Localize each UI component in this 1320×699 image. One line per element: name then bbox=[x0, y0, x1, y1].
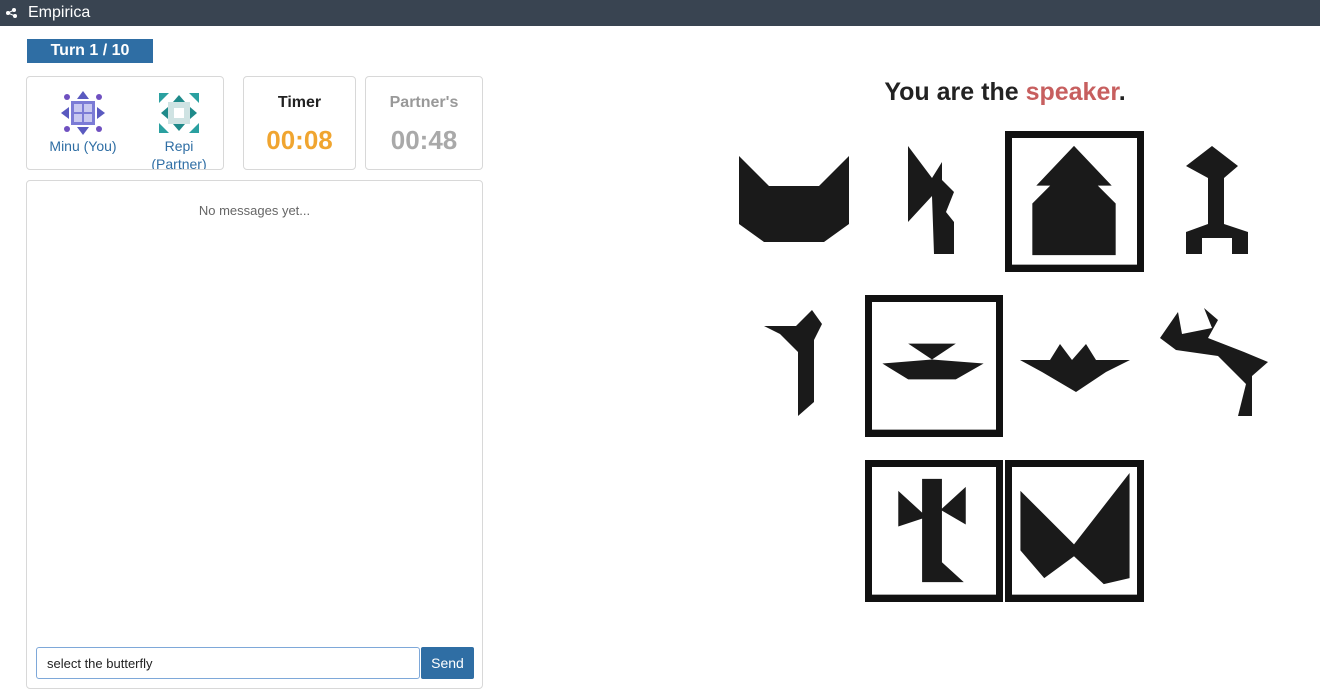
bowtie-bar-icon bbox=[872, 343, 996, 430]
partner-timer-label: Partner's bbox=[389, 94, 459, 111]
empirica-logo-icon bbox=[6, 8, 17, 18]
flag-figure-icon bbox=[908, 146, 954, 254]
tangram-butterfly[interactable] bbox=[1005, 460, 1144, 602]
partner-timer-value: 00:48 bbox=[390, 125, 458, 155]
tangram-bird[interactable] bbox=[1014, 330, 1134, 398]
top-bar: Empirica bbox=[0, 0, 1320, 26]
role-suffix: . bbox=[1118, 78, 1126, 106]
turn-badge: Turn 1 / 10 bbox=[27, 39, 153, 63]
cat-head-icon bbox=[739, 156, 849, 242]
role-prefix: You are the bbox=[884, 78, 1026, 106]
chat-panel: No messages yet... Send bbox=[26, 180, 483, 689]
tangram-standing-figure[interactable] bbox=[1172, 142, 1256, 258]
timer-label: Timer bbox=[277, 94, 322, 111]
standing-figure-icon bbox=[1186, 146, 1248, 254]
purple-quilt-avatar bbox=[61, 91, 105, 135]
bird-icon bbox=[1020, 344, 1130, 392]
player-self: Minu (You) bbox=[35, 91, 131, 155]
player-partner-label: Repi (Partner) bbox=[151, 138, 207, 170]
tower-figure-icon bbox=[872, 478, 996, 595]
partner-timer-card: Partner's 00:48 bbox=[365, 76, 483, 170]
turn-label: Turn 1 / 10 bbox=[50, 42, 130, 59]
role-heading: You are the speaker. bbox=[820, 78, 1190, 107]
role-name: speaker bbox=[1025, 78, 1119, 106]
tangram-bending-figure[interactable] bbox=[1156, 304, 1274, 422]
players-card: Minu (You) Repi (Partner) bbox=[26, 76, 224, 170]
app-title[interactable]: Empirica bbox=[28, 4, 90, 22]
tangram-bowtie-bar[interactable] bbox=[865, 295, 1003, 437]
tangram-hook-figure[interactable] bbox=[760, 306, 832, 420]
chat-input[interactable] bbox=[36, 647, 420, 679]
butterfly-icon bbox=[1012, 472, 1137, 595]
tangram-cat-head[interactable] bbox=[729, 146, 859, 256]
hook-figure-icon bbox=[764, 310, 822, 416]
player-partner: Repi (Partner) bbox=[137, 91, 221, 170]
tangram-house-arrow[interactable] bbox=[1005, 131, 1144, 272]
tangram-tower-figure[interactable] bbox=[865, 460, 1003, 602]
tangram-flag-figure[interactable] bbox=[896, 140, 968, 258]
teal-quilt-avatar bbox=[159, 93, 199, 133]
bending-figure-icon bbox=[1160, 308, 1268, 416]
send-button[interactable]: Send bbox=[421, 647, 474, 679]
timer-value: 00:08 bbox=[266, 125, 333, 155]
timer-card: Timer 00:08 bbox=[243, 76, 356, 170]
player-self-label: Minu (You) bbox=[49, 138, 117, 154]
house-arrow-icon bbox=[1012, 145, 1137, 265]
chat-empty-message: No messages yet... bbox=[198, 203, 311, 218]
